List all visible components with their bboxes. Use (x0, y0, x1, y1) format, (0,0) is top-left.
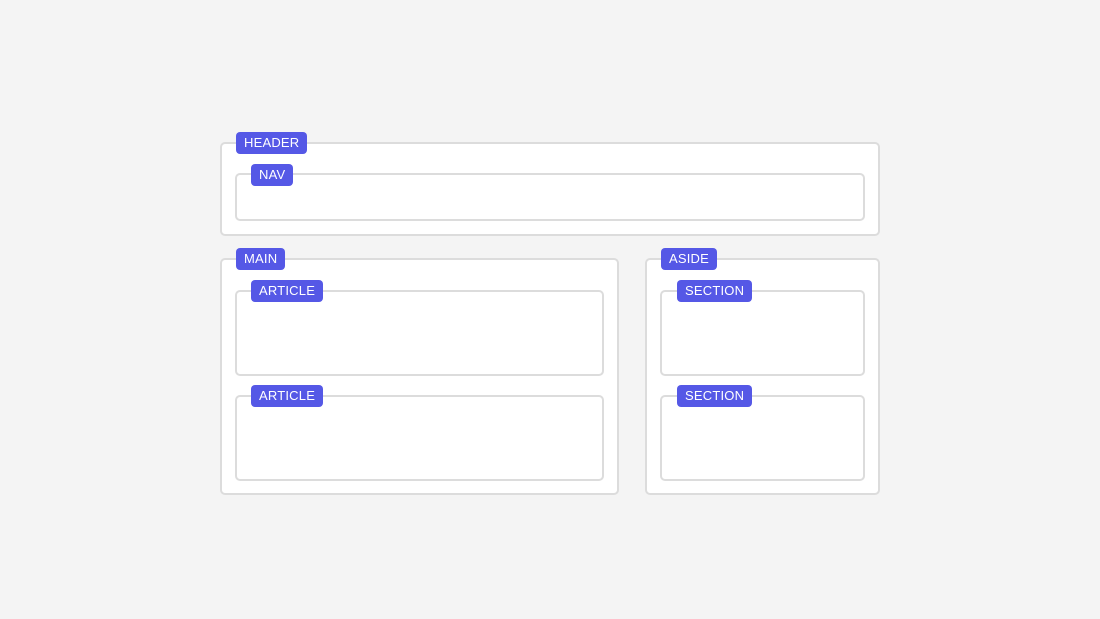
article-tag-2: ARTICLE (251, 385, 324, 407)
header-tag: HEADER (236, 132, 308, 154)
aside-tag: ASIDE (661, 248, 718, 270)
nav-block (235, 173, 865, 221)
section-tag-2: SECTION (677, 385, 753, 407)
section-block-2 (660, 395, 865, 481)
article-block-2 (235, 395, 604, 481)
main-tag: MAIN (236, 248, 286, 270)
section-tag-1: SECTION (677, 280, 753, 302)
article-tag-1: ARTICLE (251, 280, 324, 302)
section-block-1 (660, 290, 865, 376)
nav-tag: NAV (251, 164, 294, 186)
article-block-1 (235, 290, 604, 376)
